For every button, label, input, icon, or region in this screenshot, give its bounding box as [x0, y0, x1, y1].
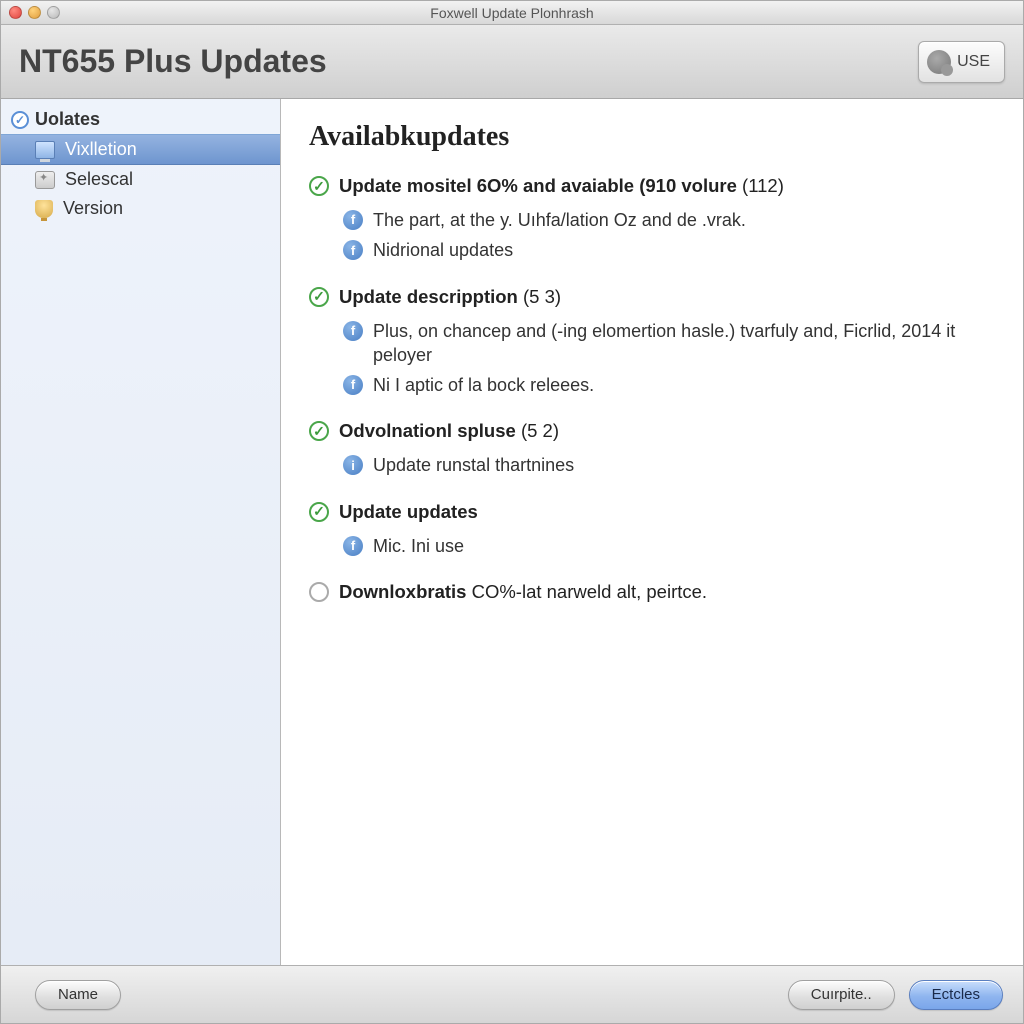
info-icon: i — [343, 455, 363, 475]
sidebar-item-label: Vixlletion — [65, 139, 137, 160]
content-heading: Availabkupdates — [309, 121, 995, 153]
detail-text: Nidrional updates — [373, 238, 513, 262]
update-detail: f Ni I aptic of la bock releees. — [309, 370, 995, 400]
unchecked-icon — [309, 582, 329, 602]
check-icon: ✓ — [309, 502, 329, 522]
update-group: ✓ Update mositel 6O% and avaiable (910 v… — [309, 175, 995, 266]
sidebar-item-version[interactable]: Version — [1, 194, 280, 223]
update-group: ✓ Update descripption (5 3) f Plus, on c… — [309, 286, 995, 401]
update-group-header[interactable]: ✓ Update updates — [309, 501, 995, 523]
trophy-icon — [35, 200, 53, 218]
close-icon[interactable] — [9, 6, 22, 19]
primary-button[interactable]: Ectcles — [909, 980, 1003, 1010]
detail-text: Update runstal thartnines — [373, 453, 574, 477]
update-group: Downloxbratis CO%-lat narweld alt, peirt… — [309, 581, 995, 603]
content: Availabkupdates ✓ Update mositel 6O% and… — [281, 99, 1023, 965]
toolbar: NT655 Plus Updates USE — [1, 25, 1023, 99]
use-button-label: USE — [957, 53, 990, 71]
sidebar-header[interactable]: ✓ Uolates — [1, 105, 280, 134]
update-detail: f The part, at the y. Uıhfa/lation Oz an… — [309, 205, 995, 235]
info-icon: f — [343, 321, 363, 341]
footer-right: Cuırpite.. Ectcles — [788, 980, 1003, 1010]
app-window: Foxwell Update Plonhrash NT655 Plus Upda… — [0, 0, 1024, 1024]
info-icon: f — [343, 536, 363, 556]
group-title: Odvolnationl spluse — [339, 420, 516, 441]
update-detail: f Mic. Ini use — [309, 531, 995, 561]
footer-left: Name — [35, 980, 121, 1010]
monitor-icon — [35, 141, 55, 159]
check-icon: ✓ — [309, 176, 329, 196]
check-icon: ✓ — [309, 421, 329, 441]
body: ✓ Uolates Vixlletion Selescal Version Av… — [1, 99, 1023, 965]
group-title: Update updates — [339, 501, 478, 522]
update-group: ✓ Update updates f Mic. Ini use — [309, 501, 995, 561]
package-icon — [35, 171, 55, 189]
update-group: ✓ Odvolnationl spluse (5 2) i Update run… — [309, 420, 995, 480]
use-button[interactable]: USE — [918, 41, 1005, 83]
sidebar-header-label: Uolates — [35, 109, 100, 130]
page-title: NT655 Plus Updates — [19, 43, 327, 80]
name-button[interactable]: Name — [35, 980, 121, 1010]
update-group-header[interactable]: Downloxbratis CO%-lat narweld alt, peirt… — [309, 581, 995, 603]
update-detail: f Nidrional updates — [309, 235, 995, 265]
group-title: Update descripption — [339, 286, 518, 307]
group-title-rest: CO%-lat narweld alt, peirtce. — [466, 581, 707, 602]
window-title: Foxwell Update Plonhrash — [1, 5, 1023, 21]
maximize-icon[interactable] — [47, 6, 60, 19]
group-count: (5 2) — [521, 420, 559, 441]
info-icon: f — [343, 375, 363, 395]
traffic-lights — [9, 6, 60, 19]
minimize-icon[interactable] — [28, 6, 41, 19]
update-group-header[interactable]: ✓ Update mositel 6O% and avaiable (910 v… — [309, 175, 995, 197]
update-group-header[interactable]: ✓ Update descripption (5 3) — [309, 286, 995, 308]
group-title-bold: Downloxbratis — [339, 581, 466, 602]
update-detail: i Update runstal thartnines — [309, 450, 995, 480]
detail-text: The part, at the y. Uıhfa/lation Oz and … — [373, 208, 746, 232]
update-detail: f Plus, on chancep and (-ing elomertion … — [309, 316, 995, 371]
update-group-header[interactable]: ✓ Odvolnationl spluse (5 2) — [309, 420, 995, 442]
detail-text: Mic. Ini use — [373, 534, 464, 558]
footer: Name Cuırpite.. Ectcles — [1, 965, 1023, 1023]
info-icon: f — [343, 240, 363, 260]
check-icon: ✓ — [11, 111, 29, 129]
detail-text: Plus, on chancep and (-ing elomertion ha… — [373, 319, 995, 368]
check-icon: ✓ — [309, 287, 329, 307]
device-icon — [927, 50, 951, 74]
sidebar-item-selescal[interactable]: Selescal — [1, 165, 280, 194]
titlebar[interactable]: Foxwell Update Plonhrash — [1, 1, 1023, 25]
sidebar-item-vixlletion[interactable]: Vixlletion — [1, 134, 280, 165]
group-count: (5 3) — [523, 286, 561, 307]
sidebar-item-label: Selescal — [65, 169, 133, 190]
group-title: Update mositel 6O% and avaiable (910 vol… — [339, 175, 737, 196]
group-count: (112) — [742, 175, 784, 196]
sidebar: ✓ Uolates Vixlletion Selescal Version — [1, 99, 281, 965]
curpite-button[interactable]: Cuırpite.. — [788, 980, 895, 1010]
sidebar-item-label: Version — [63, 198, 123, 219]
info-icon: f — [343, 210, 363, 230]
detail-text: Ni I aptic of la bock releees. — [373, 373, 594, 397]
